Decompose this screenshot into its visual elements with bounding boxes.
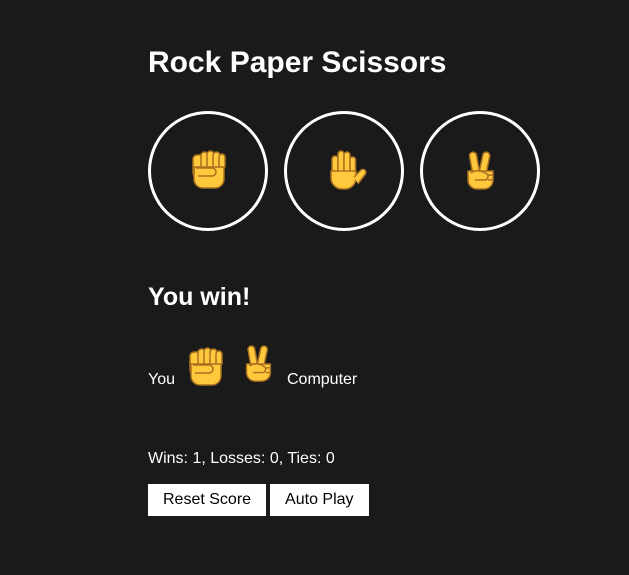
raised-fist-icon (189, 347, 223, 386)
paper-button[interactable] (284, 111, 404, 231)
rock-button[interactable] (148, 111, 268, 231)
page-title: Rock Paper Scissors (148, 46, 447, 79)
controls: Reset Score Auto Play (148, 484, 369, 516)
scissors-button[interactable] (420, 111, 540, 231)
victory-hand-icon (245, 344, 272, 382)
raised-fist-icon (192, 150, 226, 189)
reset-score-button[interactable]: Reset Score (148, 484, 267, 516)
result-text: You win! (148, 283, 251, 311)
victory-hand-icon (467, 150, 494, 190)
raised-hand-icon (330, 150, 367, 190)
you-label: You (148, 371, 175, 388)
moves-played: You Computer (148, 332, 357, 390)
computer-label: Computer (287, 371, 358, 388)
auto-play-button[interactable]: Auto Play (270, 484, 369, 516)
score-text: Wins: 1, Losses: 0, Ties: 0 (148, 450, 335, 467)
move-buttons (148, 111, 540, 231)
